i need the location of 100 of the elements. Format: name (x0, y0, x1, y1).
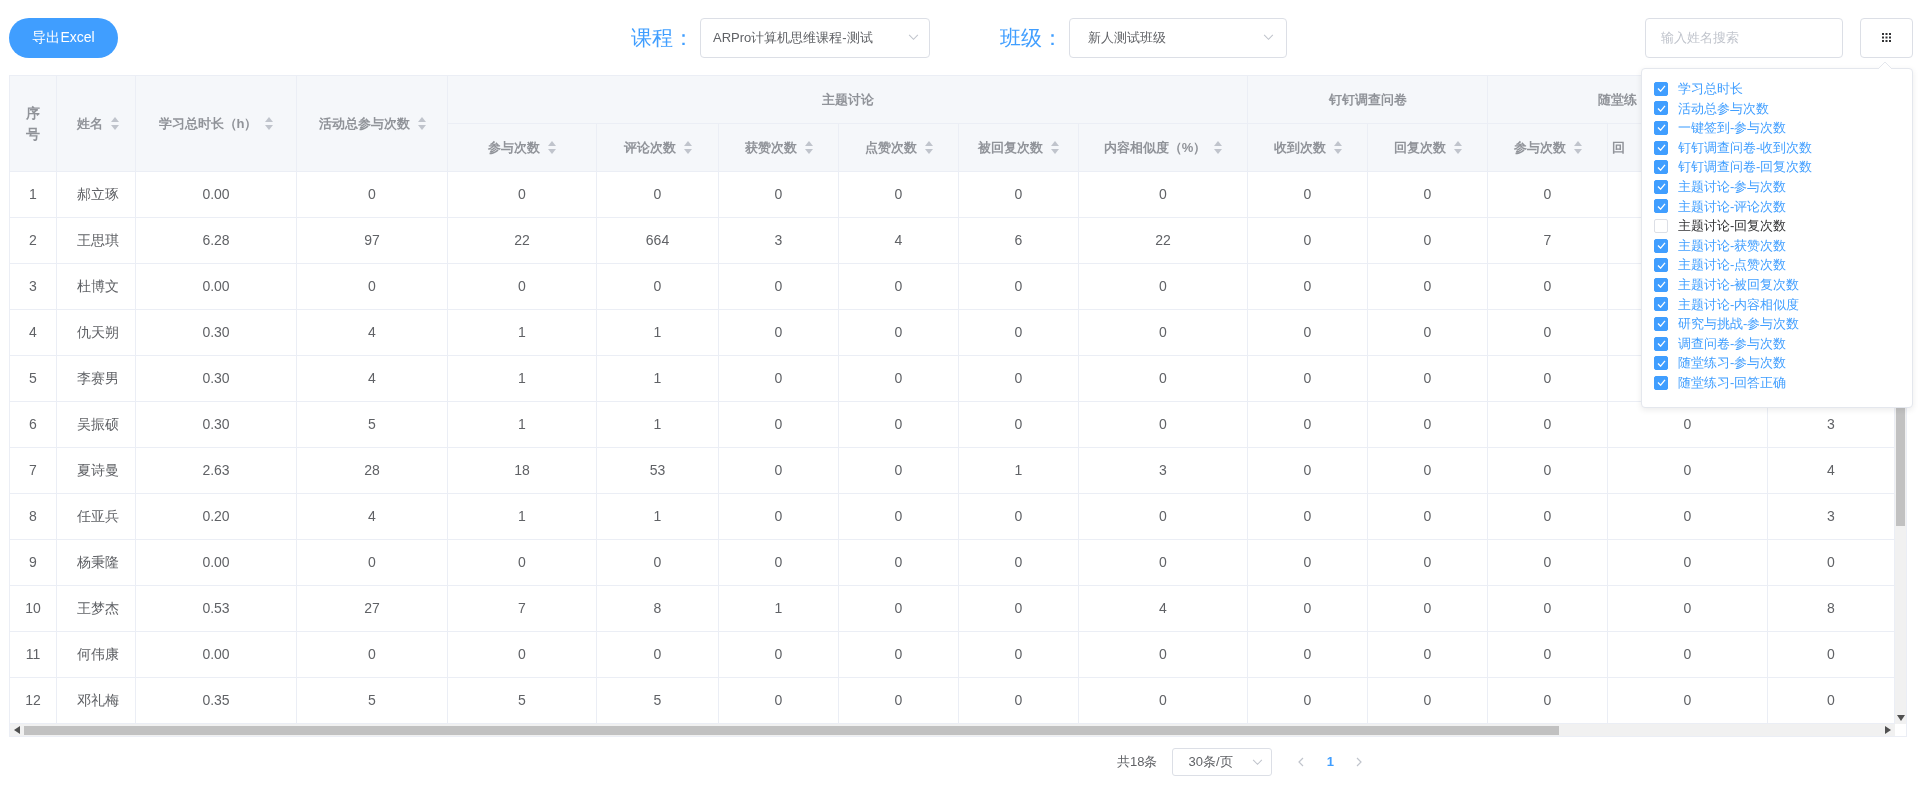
option-label[interactable]: 主题讨论-内容相似度 (1678, 294, 1800, 315)
table-header-cell[interactable]: 获赞次数 (719, 124, 839, 172)
checkbox[interactable] (1654, 356, 1668, 371)
horizontal-scrollbar[interactable] (10, 724, 1895, 736)
checkbox[interactable] (1654, 258, 1668, 273)
table-cell: 0 (1368, 264, 1488, 310)
checkbox[interactable] (1654, 277, 1668, 292)
table-cell: 27 (297, 586, 448, 632)
table-cell: 0 (1248, 310, 1368, 356)
option-label[interactable]: 一键签到-参与次数 (1678, 118, 1787, 138)
option-label[interactable]: 学习总时长 (1678, 79, 1743, 99)
scroll-left-icon[interactable] (14, 726, 20, 734)
table-header-cell[interactable]: 姓名 (57, 76, 136, 172)
table-cell: 0 (1248, 264, 1368, 310)
option-label[interactable]: 主题讨论-获赞次数 (1678, 235, 1787, 256)
checkbox[interactable] (1654, 179, 1668, 194)
option-label[interactable]: 主题讨论-参与次数 (1678, 177, 1787, 197)
table-header-cell[interactable]: 学习总时长（h） (136, 76, 297, 172)
header-text: 评论次数 (623, 138, 676, 157)
table-header-cell[interactable]: 活动总参与次数 (297, 76, 448, 172)
table-cell: 郝立琢 (57, 172, 136, 218)
option-label[interactable]: 主题讨论-被回复次数 (1678, 275, 1800, 295)
table-header-cell[interactable]: 评论次数 (597, 124, 719, 172)
checkbox[interactable] (1654, 101, 1668, 116)
table-header-cell[interactable]: 被回复次数 (959, 124, 1079, 172)
table-cell: 4 (839, 218, 959, 264)
page-button[interactable]: 1 (1320, 748, 1341, 776)
table-header-cell[interactable]: 参与次数 (1488, 124, 1608, 172)
table-cell: 0 (1368, 632, 1488, 678)
option-label[interactable]: 主题讨论-点赞次数 (1678, 255, 1787, 275)
table-cell: 0 (1368, 448, 1488, 494)
table-cell: 0.00 (136, 172, 297, 218)
table-cell: 6 (10, 402, 57, 448)
header-text: 随堂练 (1598, 90, 1637, 109)
chevron-down-icon (908, 34, 919, 41)
export-button[interactable]: 导出Excel (9, 17, 118, 58)
table-header-cell[interactable]: 参与次数 (448, 124, 597, 172)
checkbox[interactable] (1654, 140, 1668, 155)
option-label[interactable]: 调查问卷-参与次数 (1678, 333, 1787, 354)
course-select[interactable]: ARPro计算机思维课程-测试 (700, 17, 930, 58)
table-cell: 0 (1368, 586, 1488, 632)
option-label[interactable]: 随堂练习-参与次数 (1678, 353, 1787, 373)
checkbox[interactable] (1654, 336, 1668, 351)
table-cell: 1 (597, 356, 719, 402)
table-cell: 0 (448, 540, 597, 586)
option-label[interactable]: 钉钉调查问卷-回复次数 (1678, 157, 1813, 177)
checkbox[interactable] (1654, 238, 1668, 253)
option-label[interactable]: 随堂练习-回答正确 (1678, 372, 1787, 393)
checkbox[interactable] (1654, 160, 1668, 175)
table-cell: 0 (959, 540, 1079, 586)
table-header-cell[interactable]: 回复次数 (1368, 124, 1488, 172)
table-cell: 0 (1248, 356, 1368, 402)
checkbox[interactable] (1654, 81, 1668, 96)
table-cell: 0 (719, 540, 839, 586)
table-cell: 7 (448, 586, 597, 632)
table-cell: 0 (959, 402, 1079, 448)
option-label[interactable]: 研究与挑战-参与次数 (1678, 314, 1800, 334)
scrollbar-thumb[interactable] (24, 725, 1559, 735)
table-cell: 0 (1248, 494, 1368, 540)
checkbox[interactable] (1654, 316, 1668, 331)
table-header-cell[interactable]: 收到次数 (1248, 124, 1368, 172)
checkbox[interactable] (1654, 375, 1668, 390)
checkbox[interactable] (1654, 121, 1668, 135)
class-select[interactable]: 新人测试班级 (1069, 17, 1287, 58)
table-cell: 0 (839, 172, 959, 218)
chevron-right-icon (1356, 757, 1363, 767)
header-text: 序号 (26, 103, 40, 144)
table-cell: 0 (448, 632, 597, 678)
page-size-select[interactable]: 30条/页 (1172, 748, 1273, 776)
scroll-down-icon[interactable] (1896, 715, 1905, 721)
chevron-down-icon (1252, 758, 1264, 766)
table-cell: 0 (1079, 356, 1248, 402)
table-cell: 0 (1368, 494, 1488, 540)
table-header-cell[interactable]: 点赞次数 (839, 124, 959, 172)
option-label[interactable]: 主题讨论-回复次数 (1678, 216, 1787, 236)
option-label[interactable]: 活动总参与次数 (1678, 98, 1769, 119)
table-cell: 0.00 (136, 264, 297, 310)
table-cell: 1 (959, 448, 1079, 494)
table-cell: 0.30 (136, 402, 297, 448)
table-cell: 0 (297, 632, 448, 678)
checkbox[interactable] (1654, 199, 1668, 214)
table-cell: 0 (1248, 218, 1368, 264)
table-cell: 4 (297, 356, 448, 402)
option-label[interactable]: 主题讨论-评论次数 (1678, 196, 1787, 217)
table-cell: 0 (597, 632, 719, 678)
sort-icon (1214, 141, 1223, 154)
scroll-right-icon[interactable] (1885, 726, 1891, 734)
search-field[interactable]: 输入姓名搜索 (1645, 17, 1843, 58)
checkbox[interactable] (1654, 297, 1668, 312)
table-cell: 李赛男 (57, 356, 136, 402)
table-cell: 0 (297, 540, 448, 586)
table-cell: 王思琪 (57, 218, 136, 264)
table-header-cell[interactable]: 内容相似度（%） (1079, 124, 1248, 172)
column-settings-button[interactable] (1860, 17, 1913, 58)
table-cell: 6.28 (136, 218, 297, 264)
option-label[interactable]: 钉钉调查问卷-收到次数 (1678, 137, 1813, 158)
table-cell: 0 (959, 632, 1079, 678)
header-text: 收到次数 (1273, 138, 1326, 157)
table-cell: 0 (297, 264, 448, 310)
table-cell: 0 (719, 402, 839, 448)
